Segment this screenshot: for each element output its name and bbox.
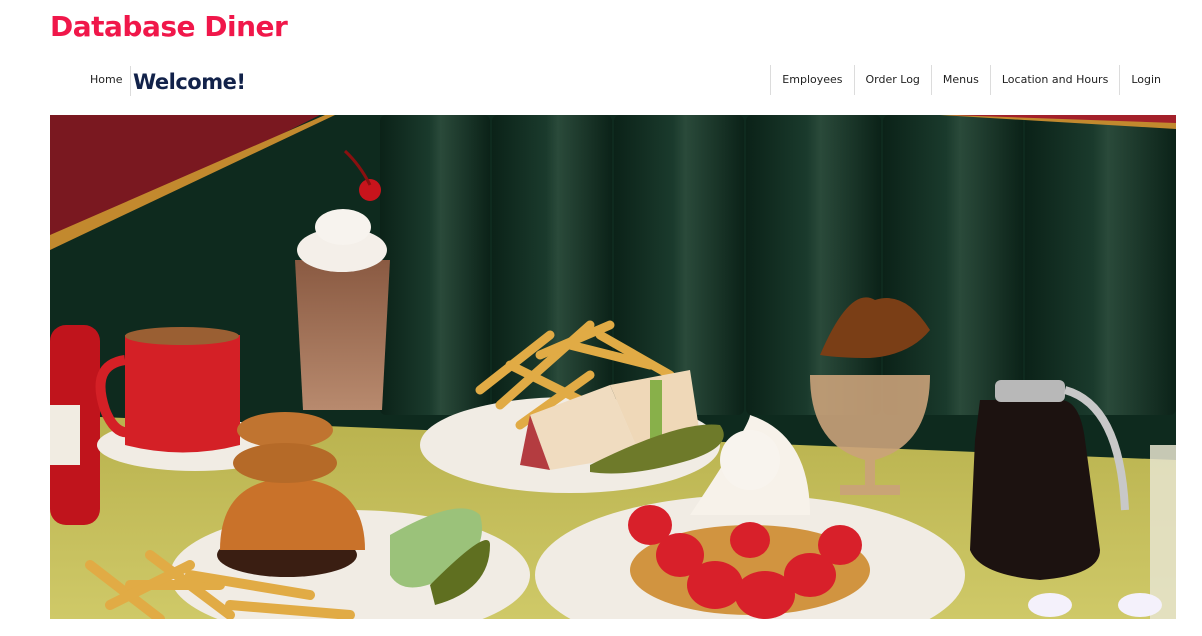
- nav-link-order-log[interactable]: Order Log: [853, 65, 931, 95]
- nav-home-link[interactable]: Home: [90, 73, 122, 86]
- water-glass: [1150, 445, 1176, 619]
- nav-link-location-hours[interactable]: Location and Hours: [989, 65, 1119, 95]
- ketchup-bottle: [50, 325, 100, 525]
- nav-links: Employees Order Log Menus Location and H…: [770, 64, 1172, 96]
- nav-divider: [130, 66, 131, 96]
- hero-image: [50, 115, 1176, 619]
- nav-link-login[interactable]: Login: [1119, 65, 1172, 95]
- page-heading: Welcome!: [133, 70, 246, 94]
- nav-link-menus[interactable]: Menus: [930, 65, 990, 95]
- nav-link-employees[interactable]: Employees: [770, 65, 853, 95]
- navigation-bar: Home Welcome! Employees Order Log Menus …: [0, 62, 1202, 102]
- site-title: Database Diner: [50, 10, 288, 43]
